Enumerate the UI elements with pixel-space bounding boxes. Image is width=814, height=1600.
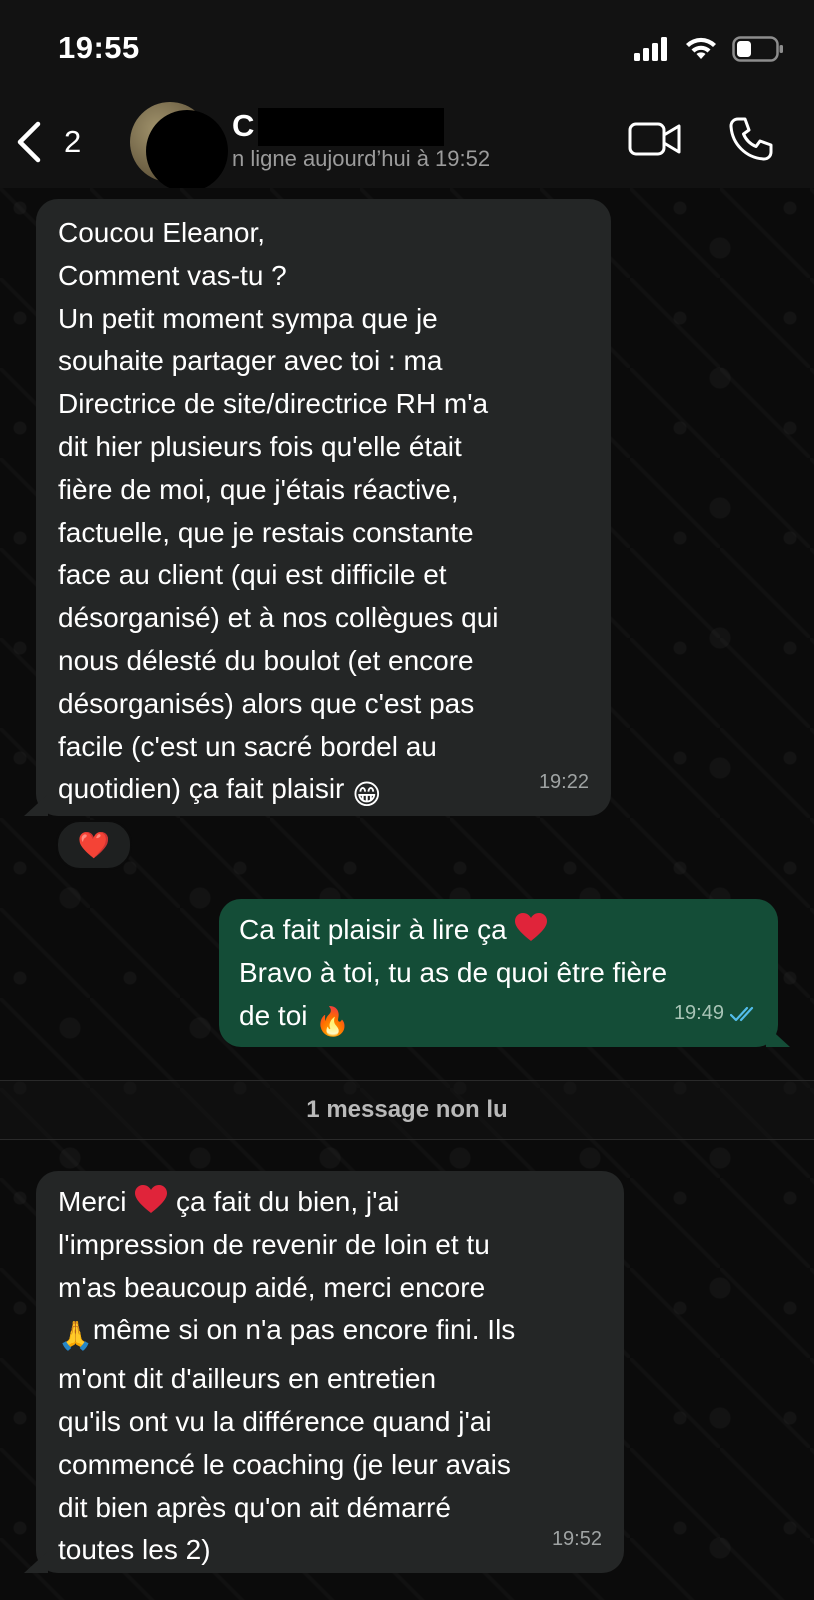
message-line: facile (c'est un sacré bordel au (58, 730, 437, 762)
message-line: factuelle, que je restais constante (58, 516, 474, 548)
message-line: dit hier plusieurs fois qu'elle était (58, 430, 462, 462)
message-time-text: 19:49 (673, 1002, 724, 1025)
battery-icon (732, 36, 783, 62)
contact-last-seen: n ligne aujourd’hui à 19:52 (232, 146, 491, 171)
message-line: Ca fait plaisir à lire ça (239, 909, 760, 952)
incoming-message-2[interactable]: Merci ça fait du bien, j'ai l'impression… (24, 1171, 624, 1573)
chat-area[interactable]: Coucou Eleanor, Comment vas-tu ? Un peti… (0, 188, 814, 1600)
wifi-icon (686, 37, 716, 59)
phone-call-icon[interactable] (728, 116, 774, 162)
message-line-text: de toi (239, 999, 308, 1031)
chat-header: 2 C n ligne aujourd’hui à 19:52 (0, 96, 814, 192)
contact-avatar[interactable] (130, 102, 230, 192)
bubble-tail (24, 1551, 48, 1573)
message-line-text: quotidien) ça fait plaisir (58, 773, 345, 805)
message-line: qu'ils ont vu la différence quand j'ai (58, 1405, 492, 1437)
red-heart-emoji (515, 913, 548, 941)
message-line: fière de moi, que j'étais réactive, (58, 473, 459, 505)
whatsapp-chat-screen: 19:55 2 C n ligne aujourd’hui à 19:52 Co… (0, 0, 814, 1600)
heart-reaction[interactable]: ❤️ (56, 820, 132, 870)
double-check-icon (730, 1006, 754, 1021)
reaction-emoji: ❤️ (77, 829, 111, 860)
message-line-text: Merci (58, 1186, 127, 1217)
message-line: commencé le coaching (je leur avais (58, 1448, 511, 1480)
message-line: quotidien) ça fait plaisir 😁 (58, 768, 591, 817)
message-line: m'as beaucoup aidé, merci encore (58, 1271, 486, 1303)
status-time: 19:55 (58, 30, 140, 65)
message-line: l'impression de revenir de loin et tu (58, 1228, 490, 1260)
message-line: Merci ça fait du bien, j'ai (58, 1181, 604, 1224)
signal-icon (634, 37, 667, 61)
contact-name[interactable]: C (232, 108, 254, 144)
incoming-message-1[interactable]: Coucou Eleanor, Comment vas-tu ? Un peti… (24, 199, 611, 817)
message-line: toutes les 2) (58, 1534, 211, 1566)
red-heart-emoji (135, 1185, 168, 1213)
message-time: 19:49 (674, 992, 758, 1035)
status-bar: 19:55 (0, 0, 814, 96)
unread-divider-label: 1 message non lu (306, 1096, 508, 1123)
unread-chats-count: 2 (64, 124, 82, 159)
fire-emoji: 🔥 (315, 1005, 351, 1037)
back-button[interactable]: 2 (14, 114, 81, 170)
message-line: face au client (qui est difficile et (58, 559, 447, 591)
message-line: Comment vas-tu ? (58, 259, 287, 291)
message-line: Bravo à toi, tu as de quoi être fière (239, 956, 668, 988)
bubble-tail (24, 794, 48, 816)
back-chevron-icon (17, 121, 41, 163)
bubble-tail (766, 1025, 790, 1047)
message-line: nous délesté du boulot (et encore (58, 644, 474, 676)
message-line: Un petit moment sympa que je (58, 302, 438, 334)
message-time: 19:22 (538, 771, 589, 794)
video-call-icon[interactable] (628, 120, 682, 158)
status-icons (634, 36, 784, 62)
contact-name-redaction (258, 108, 444, 146)
message-line-text: même si on n'a pas encore fini. Ils (92, 1314, 516, 1346)
unread-divider: 1 message non lu (0, 1080, 814, 1140)
message-line: Directrice de site/directrice RH m'a (58, 388, 489, 420)
outgoing-message-1[interactable]: Ca fait plaisir à lire ça Bravo à toi, t… (219, 899, 790, 1047)
message-line-text: Ca fait plaisir à lire ça (239, 914, 507, 945)
grinning-face-emoji: 😁 (352, 779, 382, 811)
message-line: 🙏même si on n'a pas encore fini. Ils (58, 1309, 604, 1358)
folded-hands-emoji: 🙏 (58, 1320, 93, 1352)
message-line: Coucou Eleanor, (58, 217, 266, 248)
message-line: souhaite partager avec toi : ma (58, 345, 443, 377)
message-line-text: ça fait du bien, j'ai (168, 1186, 400, 1217)
message-line: désorganisé) et à nos collègues qui (58, 602, 499, 634)
message-time: 19:52 (551, 1528, 602, 1551)
avatar-redaction (146, 110, 228, 192)
message-line: désorganisés) alors que c'est pas (58, 687, 475, 719)
message-line: m'ont dit d'ailleurs en entretien (58, 1363, 437, 1395)
header-actions (628, 116, 774, 162)
message-line: dit bien après qu'on ait démarré (58, 1491, 451, 1523)
